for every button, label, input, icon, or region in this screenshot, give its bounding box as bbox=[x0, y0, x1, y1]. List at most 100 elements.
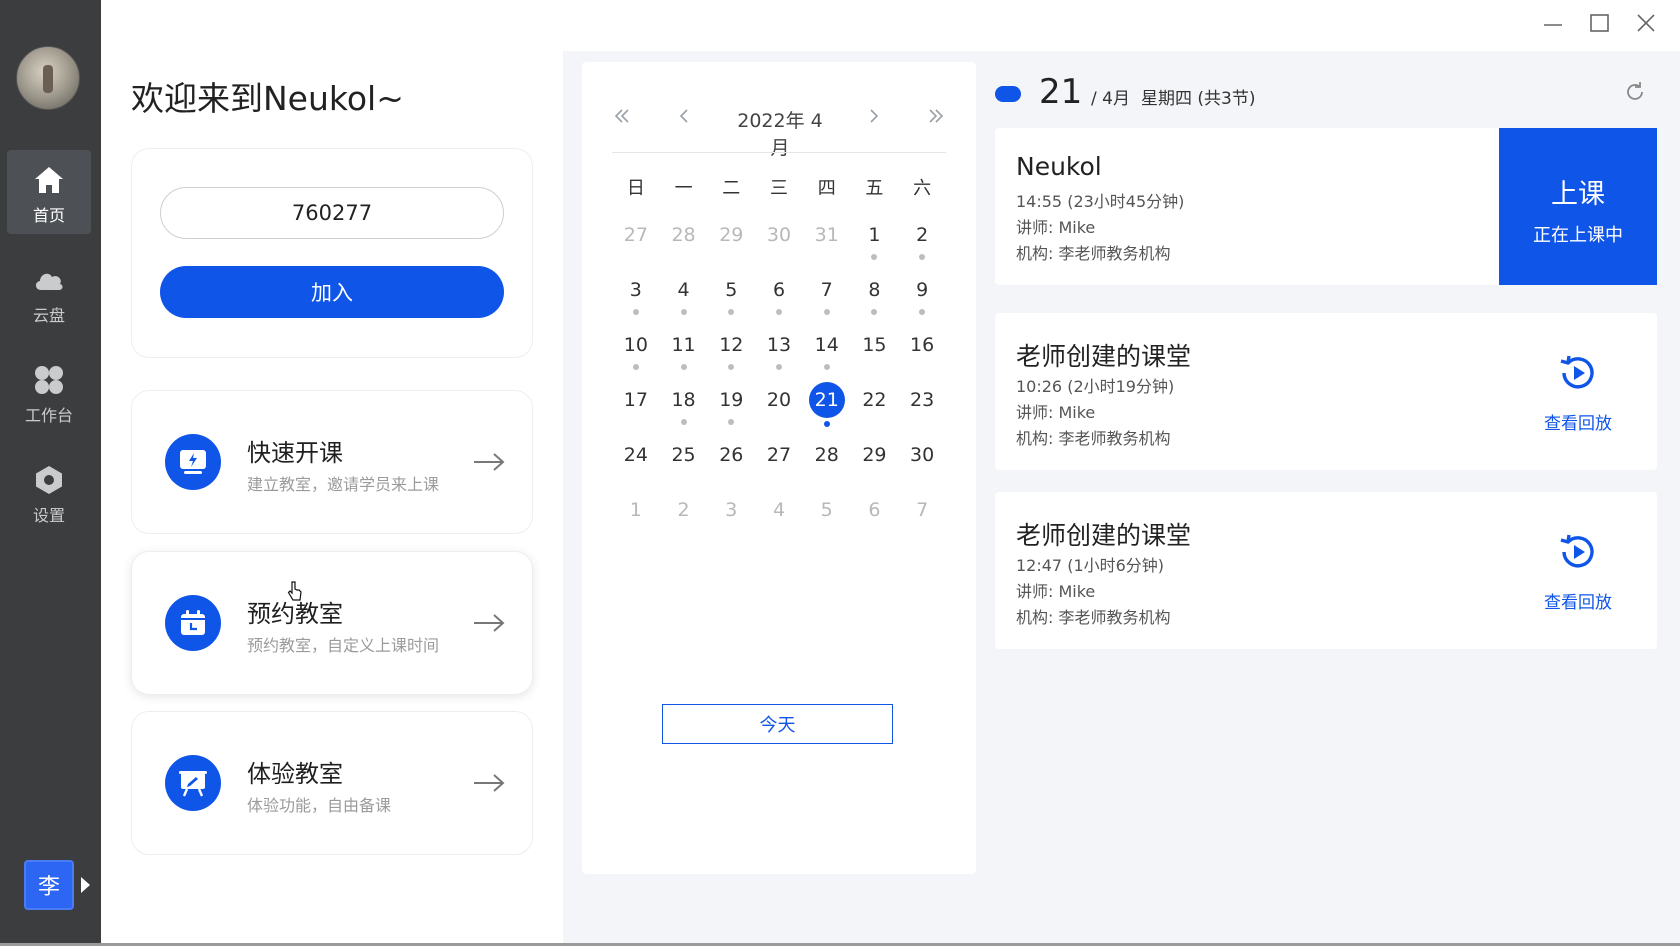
calendar-day-number: 27 bbox=[623, 224, 648, 246]
lesson-title: 老师创建的课堂 bbox=[1016, 342, 1192, 371]
user-badge[interactable]: 李 bbox=[24, 860, 74, 910]
book-classroom-card[interactable]: 预约教室 预约教室，自定义上课时间 bbox=[131, 551, 533, 695]
calendar-day[interactable]: 23 bbox=[898, 371, 946, 426]
calendar-day-number: 16 bbox=[910, 334, 935, 356]
calendar-day-selected[interactable]: 21 bbox=[803, 371, 851, 427]
calendar-week-row: 3 4 5 6 7 8 9 bbox=[612, 261, 946, 316]
calendar-day[interactable]: 1 bbox=[851, 206, 899, 261]
welcome-title: 欢迎来到Neukol~ bbox=[131, 79, 404, 118]
join-button[interactable]: 加入 bbox=[160, 266, 504, 318]
lesson-teacher: 讲师: Mike bbox=[1016, 218, 1096, 237]
calendar-day[interactable]: 28 bbox=[660, 206, 708, 261]
calendar-day[interactable]: 3 bbox=[707, 481, 755, 536]
start-class-button[interactable]: 上课 正在上课中 bbox=[1499, 128, 1657, 285]
calendar-day[interactable]: 30 bbox=[898, 426, 946, 481]
calendar-day[interactable]: 8 bbox=[851, 261, 899, 316]
calendar-day-number: 30 bbox=[766, 224, 792, 246]
calendar-day[interactable]: 28 bbox=[803, 426, 851, 481]
calendar-day[interactable]: 26 bbox=[707, 426, 755, 481]
calendar-day-number: 29 bbox=[862, 444, 887, 466]
close-button[interactable] bbox=[1626, 8, 1666, 38]
calendar-day[interactable]: 11 bbox=[660, 316, 708, 371]
sidebar-item-home[interactable]: 首页 bbox=[7, 150, 91, 234]
calendar-week-row: 1 2 3 4 5 6 7 bbox=[612, 481, 946, 536]
calendar-day[interactable]: 9 bbox=[898, 261, 946, 316]
lesson-indicator-dot bbox=[728, 419, 735, 425]
action-subtitle: 预约教室，自定义上课时间 bbox=[247, 636, 440, 655]
calendar-day[interactable]: 17 bbox=[612, 371, 660, 426]
lesson-time: 10:26 (2小时19分钟) bbox=[1016, 377, 1175, 396]
prev-month-icon[interactable] bbox=[674, 106, 694, 126]
sidebar-expand-icon[interactable] bbox=[81, 877, 90, 893]
calendar-day[interactable]: 3 bbox=[612, 261, 660, 316]
maximize-button[interactable] bbox=[1580, 8, 1620, 38]
today-button[interactable]: 今天 bbox=[662, 704, 893, 744]
calendar-day[interactable]: 2 bbox=[898, 206, 946, 261]
lesson-indicator-dot bbox=[680, 419, 687, 425]
calendar-day[interactable]: 29 bbox=[707, 206, 755, 261]
calendar-day[interactable]: 6 bbox=[851, 481, 899, 536]
calendar-divider bbox=[612, 152, 946, 153]
calendar-day[interactable]: 2 bbox=[660, 481, 708, 536]
calendar-day[interactable]: 1 bbox=[612, 481, 660, 536]
calendar-day[interactable]: 12 bbox=[707, 316, 755, 371]
calendar-day-number: 21 bbox=[808, 382, 845, 418]
lesson-card[interactable]: 老师创建的课堂 12:47 (1小时6分钟) 讲师: Mike 机构: 李老师教… bbox=[995, 492, 1657, 649]
next-year-icon[interactable] bbox=[926, 106, 946, 126]
calendar-day[interactable]: 24 bbox=[612, 426, 660, 481]
sidebar-item-label: 首页 bbox=[32, 206, 65, 225]
calendar-day[interactable]: 14 bbox=[803, 316, 851, 371]
calendar-day[interactable]: 5 bbox=[803, 481, 851, 536]
calendar-day[interactable]: 15 bbox=[851, 316, 899, 371]
calendar-week-row: 24 25 26 27 28 29 30 bbox=[612, 426, 946, 481]
calendar-day[interactable]: 4 bbox=[755, 481, 803, 536]
view-replay-button[interactable]: 查看回放 bbox=[1499, 492, 1657, 649]
room-code-input[interactable] bbox=[160, 187, 504, 239]
lesson-indicator-dot bbox=[728, 309, 735, 315]
calendar-day[interactable]: 5 bbox=[707, 261, 755, 316]
calendar-day[interactable]: 16 bbox=[898, 316, 946, 371]
calendar-day-number: 23 bbox=[910, 389, 935, 411]
calendar-day[interactable]: 19 bbox=[707, 371, 755, 426]
trial-classroom-card[interactable]: 体验教室 体验功能，自由备课 bbox=[131, 711, 533, 855]
lesson-indicator-dot bbox=[823, 364, 830, 370]
lesson-card[interactable]: 老师创建的课堂 10:26 (2小时19分钟) 讲师: Mike 机构: 李老师… bbox=[995, 313, 1657, 470]
calendar-day[interactable]: 29 bbox=[851, 426, 899, 481]
calendar-day[interactable]: 22 bbox=[851, 371, 899, 426]
calendar-day[interactable]: 27 bbox=[755, 426, 803, 481]
calendar-day[interactable]: 6 bbox=[755, 261, 803, 316]
lesson-org: 机构: 李老师教务机构 bbox=[1016, 608, 1171, 627]
calendar-day[interactable]: 7 bbox=[803, 261, 851, 316]
lesson-card[interactable]: Neukol 14:55 (23小时45分钟) 讲师: Mike 机构: 李老师… bbox=[995, 128, 1657, 285]
selected-day: 21 bbox=[1039, 72, 1083, 112]
quick-start-card[interactable]: 快速开课 建立教室，邀请学员来上课 bbox=[131, 390, 533, 534]
view-replay-button[interactable]: 查看回放 bbox=[1499, 313, 1657, 470]
calendar-day[interactable]: 7 bbox=[898, 481, 946, 536]
home-icon bbox=[35, 167, 63, 193]
prev-year-icon[interactable] bbox=[612, 106, 632, 126]
calendar-day[interactable]: 18 bbox=[660, 371, 708, 426]
calendar-day[interactable]: 20 bbox=[755, 371, 803, 426]
sidebar-item-settings[interactable]: 设置 bbox=[7, 450, 91, 534]
settings-icon bbox=[36, 466, 62, 494]
calendar-day[interactable]: 25 bbox=[660, 426, 708, 481]
calendar-day[interactable]: 27 bbox=[612, 206, 660, 261]
lesson-indicator-dot bbox=[775, 364, 782, 370]
calendar-day-number: 14 bbox=[814, 334, 839, 356]
next-month-icon[interactable] bbox=[864, 106, 884, 126]
refresh-icon[interactable] bbox=[1623, 80, 1647, 104]
calendar-day-number: 17 bbox=[623, 389, 648, 411]
sidebar-item-cloud[interactable]: 云盘 bbox=[7, 250, 91, 334]
calendar-day[interactable]: 4 bbox=[660, 261, 708, 316]
mouse-cursor-icon bbox=[287, 581, 302, 601]
action-title: 体验教室 bbox=[247, 760, 343, 788]
calendar-day-number: 6 bbox=[868, 499, 881, 521]
calendar-day[interactable]: 30 bbox=[755, 206, 803, 261]
calendar-day[interactable]: 10 bbox=[612, 316, 660, 371]
calendar-day[interactable]: 31 bbox=[803, 206, 851, 261]
sidebar-item-workspace[interactable]: 工作台 bbox=[7, 350, 91, 434]
minimize-button[interactable] bbox=[1533, 8, 1573, 38]
user-avatar[interactable] bbox=[16, 46, 80, 110]
calendar-day[interactable]: 13 bbox=[755, 316, 803, 371]
lesson-teacher: 讲师: Mike bbox=[1016, 403, 1096, 422]
